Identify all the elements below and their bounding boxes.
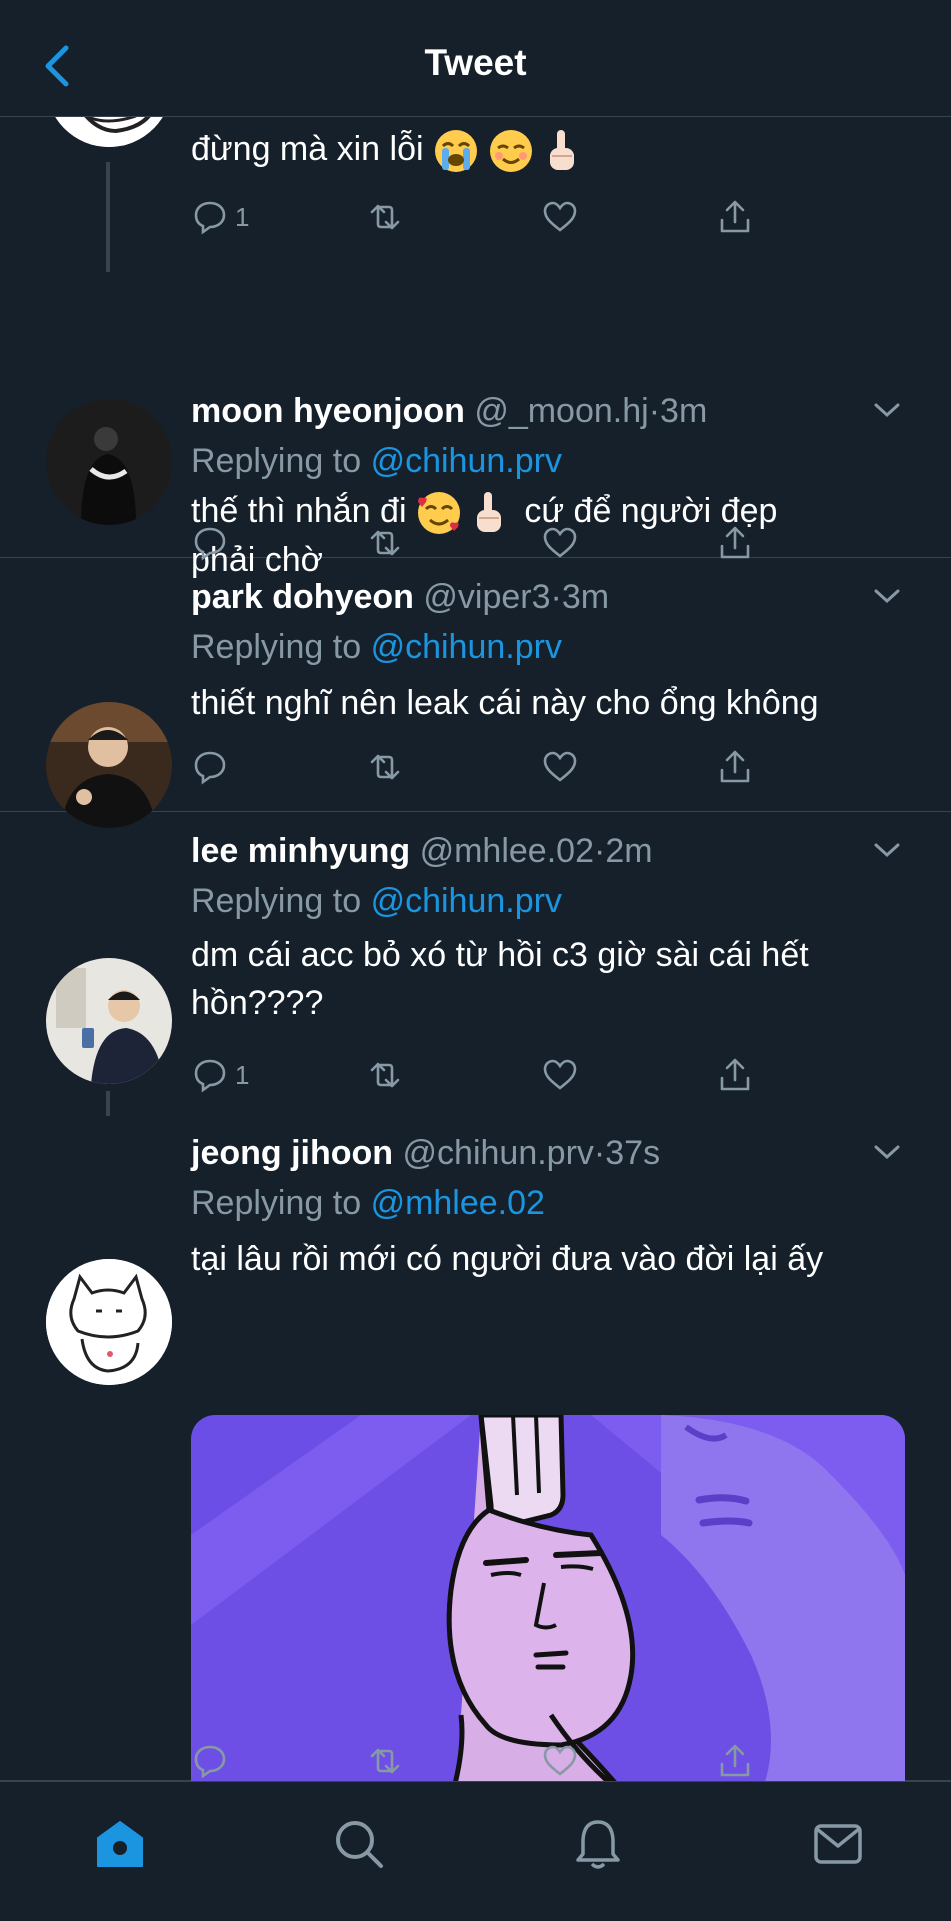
replying-label: Replying to <box>191 882 362 920</box>
mention-link[interactable]: @chihun.prv <box>371 442 562 480</box>
tweet-item[interactable]: đừng mà xin lỗi 1 <box>0 117 951 277</box>
retweet-icon <box>370 754 400 780</box>
replying-label: Replying to <box>191 442 362 480</box>
replying-label: Replying to <box>191 628 362 666</box>
page-title: Tweet <box>424 42 527 83</box>
avatar[interactable] <box>46 117 172 147</box>
tweet-text: dm cái acc bỏ xó từ hồi c3 giờ sài cái h… <box>191 936 809 974</box>
tweet-item[interactable]: lee minhyung @mhlee.02·2m Replying to @c… <box>0 811 951 1116</box>
separator: · <box>648 392 661 430</box>
reply-icon <box>194 1059 226 1093</box>
retweet-icon <box>370 1748 400 1774</box>
share-icon <box>720 750 750 783</box>
retweet-button[interactable] <box>366 1051 404 1099</box>
tweet-time: 37s <box>605 1134 661 1172</box>
avatar[interactable] <box>46 958 172 1084</box>
tweet-text: hồn???? <box>191 984 324 1022</box>
smiling-face-icon <box>490 130 533 173</box>
retweet-icon <box>370 204 400 230</box>
middle-finger-icon <box>549 130 574 171</box>
thread-line <box>106 162 110 272</box>
avatar[interactable] <box>46 1259 172 1385</box>
tweet-item[interactable]: park dohyeon @viper3·3m Replying to @chi… <box>0 557 951 828</box>
reply-button[interactable]: 1 <box>191 1051 249 1099</box>
user-handle[interactable]: @viper3 <box>423 578 550 616</box>
tweet-time: 3m <box>660 392 708 430</box>
mention-link[interactable]: @chihun.prv <box>371 628 562 666</box>
mention-link[interactable]: @chihun.prv <box>371 882 562 920</box>
tweet-text: thiết nghĩ nên leak cái này cho ổng khôn… <box>191 684 819 722</box>
reply-count: 1 <box>235 201 250 232</box>
user-handle[interactable]: @_moon.hj <box>474 392 648 430</box>
separator: · <box>593 832 606 870</box>
notifications-icon[interactable] <box>570 1816 626 1872</box>
reply-icon <box>194 751 226 785</box>
avatar[interactable] <box>46 702 172 828</box>
tweet-item[interactable]: moon hyeonjoon @_moon.hj·3m Replying to … <box>0 277 951 579</box>
share-icon <box>720 200 750 233</box>
mention-link[interactable]: @mhlee.02 <box>371 1184 545 1222</box>
chevron-down-icon[interactable] <box>873 587 901 605</box>
tweet-text: đừng mà xin lỗi <box>191 130 424 168</box>
reply-icon <box>194 201 226 235</box>
chevron-down-icon[interactable] <box>873 401 901 419</box>
tweet-actions: 1 <box>191 193 791 241</box>
share-icon <box>720 1058 750 1091</box>
like-button[interactable] <box>541 1737 579 1781</box>
chevron-down-icon[interactable] <box>873 841 901 859</box>
display-name[interactable]: moon hyeonjoon <box>191 392 465 430</box>
like-button[interactable] <box>541 1051 579 1099</box>
reply-button[interactable] <box>191 743 229 791</box>
retweet-icon <box>370 1062 400 1088</box>
bottom-tab-bar <box>0 1781 951 1921</box>
rabbit-meme-image[interactable] <box>191 1415 905 1781</box>
share-button[interactable] <box>716 743 754 791</box>
tweet-actions <box>191 1737 791 1781</box>
tweet-time: 3m <box>561 578 610 616</box>
replying-label: Replying to <box>191 1184 362 1222</box>
reply-button[interactable]: 1 <box>191 193 249 241</box>
separator: · <box>550 578 562 616</box>
loudly-crying-face-icon <box>435 130 477 173</box>
tweet-actions <box>191 743 791 791</box>
share-button[interactable] <box>716 193 754 241</box>
heart-icon <box>543 201 577 232</box>
user-handle[interactable]: @chihun.prv <box>403 1134 594 1172</box>
heart-icon <box>543 1745 577 1776</box>
reply-count: 1 <box>235 1059 250 1090</box>
display-name[interactable]: jeong jihoon <box>191 1134 393 1172</box>
heart-icon <box>543 751 577 782</box>
tweet-item[interactable]: jeong jihoon @chihun.prv·37s Replying to… <box>0 1113 951 1781</box>
avatar[interactable] <box>46 399 172 525</box>
display-name[interactable]: lee minhyung <box>191 832 410 870</box>
like-button[interactable] <box>541 193 579 241</box>
display-name[interactable]: park dohyeon <box>191 578 414 616</box>
tweet-actions: 1 <box>191 1051 791 1099</box>
chevron-down-icon[interactable] <box>873 1143 901 1161</box>
retweet-button[interactable] <box>366 193 404 241</box>
heart-icon <box>543 1059 577 1090</box>
messages-icon[interactable] <box>810 1816 866 1872</box>
share-button[interactable] <box>716 1051 754 1099</box>
reply-icon <box>194 1745 226 1779</box>
tweet-thread[interactable]: đừng mà xin lỗi 1 moon hyeonjoon @_moon.… <box>0 117 951 1781</box>
tweet-text: tại lâu rồi mới có người đưa vào đời lại… <box>191 1240 824 1278</box>
retweet-button[interactable] <box>366 1737 404 1781</box>
share-button[interactable] <box>716 1737 754 1781</box>
separator: · <box>593 1134 606 1172</box>
share-icon <box>720 1744 750 1777</box>
reply-button[interactable] <box>191 1737 229 1781</box>
search-icon[interactable] <box>331 1816 387 1872</box>
top-bar: Tweet <box>0 0 951 117</box>
tweet-time: 2m <box>605 832 653 870</box>
home-icon[interactable] <box>92 1816 148 1872</box>
like-button[interactable] <box>541 743 579 791</box>
retweet-button[interactable] <box>366 743 404 791</box>
user-handle[interactable]: @mhlee.02 <box>420 832 594 870</box>
